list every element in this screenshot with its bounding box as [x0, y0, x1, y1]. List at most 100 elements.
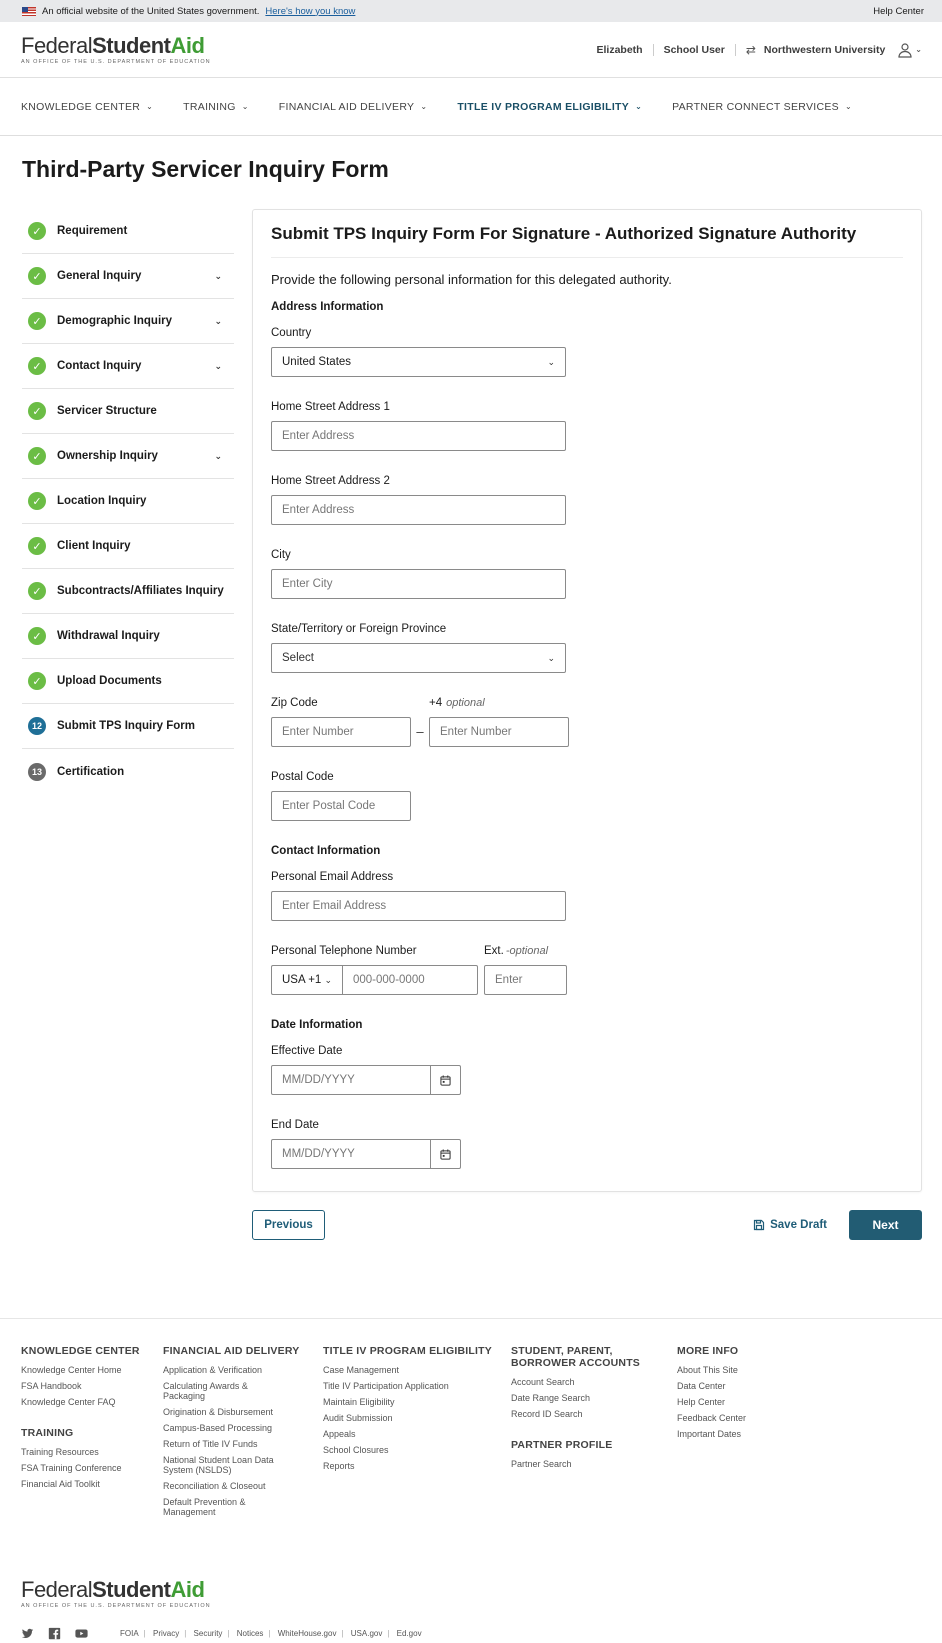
city-placeholder: Enter City	[282, 578, 333, 590]
effective-date-picker-button[interactable]	[431, 1065, 461, 1095]
effective-date-placeholder: MM/DD/YYYY	[282, 1074, 355, 1086]
ext-placeholder: Enter	[495, 974, 523, 986]
step-certification[interactable]: 13 Certification	[22, 749, 234, 794]
city-input[interactable]: Enter City	[271, 569, 566, 599]
footer-link-security[interactable]: Security	[194, 1629, 223, 1638]
footer-link[interactable]: Date Range Search	[511, 1393, 677, 1403]
footer-link[interactable]: Knowledge Center Home	[21, 1365, 163, 1375]
footer-link-usa-gov[interactable]: USA.gov	[351, 1629, 383, 1638]
footer-link-ed-gov[interactable]: Ed.gov	[397, 1629, 422, 1638]
step-ownership-inquiry[interactable]: ✓ Ownership Inquiry ⌄	[22, 434, 234, 479]
twitter-icon[interactable]	[21, 1627, 34, 1640]
previous-button[interactable]: Previous	[252, 1210, 325, 1240]
footer-link[interactable]: Title IV Participation Application	[323, 1381, 511, 1391]
check-icon: ✓	[28, 537, 46, 555]
save-draft-button[interactable]: Save Draft	[753, 1219, 827, 1231]
chevron-down-icon[interactable]: ⌄	[214, 316, 222, 327]
step-demographic-inquiry[interactable]: ✓ Demographic Inquiry ⌄	[22, 299, 234, 344]
footer-legal-links: FOIA | Privacy | Security | Notices | WhiteH…	[120, 1629, 422, 1638]
footer-link[interactable]: Reconciliation & Closeout	[163, 1481, 323, 1491]
footer-link[interactable]: Feedback Center	[677, 1413, 797, 1423]
footer-link[interactable]: National Student Loan Data System (NSLDS…	[163, 1455, 283, 1475]
footer-link[interactable]: Help Center	[677, 1397, 797, 1407]
facebook-icon[interactable]	[48, 1627, 61, 1640]
step-general-inquiry[interactable]: ✓ General Inquiry ⌄	[22, 254, 234, 299]
nav-training[interactable]: TRAINING ⌄	[183, 101, 249, 113]
footer-link[interactable]: Training Resources	[21, 1447, 163, 1457]
footer-link[interactable]: Appeals	[323, 1429, 511, 1439]
country-select[interactable]: United States ⌄	[271, 347, 566, 377]
fsa-logo[interactable]: FederalStudentAid An OFFICE of the U.S. …	[21, 34, 211, 65]
help-center-link[interactable]: Help Center	[873, 6, 924, 17]
footer-link[interactable]: Default Prevention & Management	[163, 1497, 263, 1517]
footer-link[interactable]: Application & Verification	[163, 1365, 323, 1375]
zip-input[interactable]: Enter Number	[271, 717, 411, 747]
end-date-picker-button[interactable]	[431, 1139, 461, 1169]
next-button[interactable]: Next	[849, 1210, 922, 1240]
school-switcher[interactable]: Northwestern University	[764, 44, 885, 56]
step-upload-documents[interactable]: ✓ Upload Documents	[22, 659, 234, 704]
nav-knowledge-center[interactable]: KNOWLEDGE CENTER ⌄	[21, 101, 153, 113]
footer-link[interactable]: Partner Search	[511, 1459, 677, 1469]
effective-date-input[interactable]: MM/DD/YYYY	[271, 1065, 431, 1095]
chevron-down-icon[interactable]: ⌄	[214, 271, 222, 282]
chevron-down-icon[interactable]: ⌄	[214, 451, 222, 462]
street2-placeholder: Enter Address	[282, 504, 355, 516]
step-servicer-structure[interactable]: ✓ Servicer Structure	[22, 389, 234, 434]
youtube-icon[interactable]	[75, 1627, 88, 1640]
footer-link[interactable]: Financial Aid Toolkit	[21, 1479, 163, 1489]
step-client-inquiry[interactable]: ✓ Client Inquiry	[22, 524, 234, 569]
switch-icon[interactable]: ⇄	[746, 43, 756, 57]
step-number-badge: 13	[28, 762, 46, 781]
footer-link-privacy[interactable]: Privacy	[153, 1629, 179, 1638]
footer-link[interactable]: Return of Title IV Funds	[163, 1439, 323, 1449]
footer-link[interactable]: Origination & Disbursement	[163, 1407, 323, 1417]
street1-input[interactable]: Enter Address	[271, 421, 566, 451]
footer-fsa-logo[interactable]: FederalStudentAid An OFFICE of the U.S. …	[21, 1579, 921, 1610]
footer-link[interactable]: FSA Handbook	[21, 1381, 163, 1391]
check-icon: ✓	[28, 402, 46, 420]
step-contact-inquiry[interactable]: ✓ Contact Inquiry ⌄	[22, 344, 234, 389]
footer-link[interactable]: Maintain Eligibility	[323, 1397, 511, 1407]
street2-input[interactable]: Enter Address	[271, 495, 566, 525]
footer-link[interactable]: Campus-Based Processing	[163, 1423, 323, 1433]
footer-link-whitehouse[interactable]: WhiteHouse.gov	[278, 1629, 337, 1638]
footer-link[interactable]: Reports	[323, 1461, 511, 1471]
ext-input[interactable]: Enter	[484, 965, 567, 995]
step-submit-tps-inquiry-form[interactable]: 12 Submit TPS Inquiry Form	[22, 704, 234, 749]
email-input[interactable]: Enter Email Address	[271, 891, 566, 921]
footer-link-foia[interactable]: FOIA	[120, 1629, 139, 1638]
nav-partner-connect-services[interactable]: PARTNER CONNECT SERVICES ⌄	[672, 101, 852, 113]
nav-financial-aid-delivery[interactable]: FINANCIAL AID DELIVERY ⌄	[279, 101, 428, 113]
footer-link[interactable]: FSA Training Conference	[21, 1463, 163, 1473]
zip4-input[interactable]: Enter Number	[429, 717, 569, 747]
nav-title-iv-program-eligibility[interactable]: TITLE IV PROGRAM ELIGIBILITY ⌄	[457, 101, 642, 113]
footer-link-notices[interactable]: Notices	[237, 1629, 264, 1638]
phone-country-select[interactable]: USA +1 ⌄	[271, 965, 342, 995]
chevron-down-icon[interactable]: ⌄	[214, 361, 222, 372]
postal-input[interactable]: Enter Postal Code	[271, 791, 411, 821]
phone-input[interactable]: 000-000-0000	[342, 965, 478, 995]
end-date-input[interactable]: MM/DD/YYYY	[271, 1139, 431, 1169]
step-requirement[interactable]: ✓ Requirement	[22, 209, 234, 254]
user-menu-button[interactable]: ⌄	[897, 42, 922, 58]
ext-label: Ext. -optional	[484, 945, 567, 957]
footer-link[interactable]: Calculating Awards & Packaging	[163, 1381, 263, 1401]
footer-link[interactable]: Audit Submission	[323, 1413, 511, 1423]
step-location-inquiry[interactable]: ✓ Location Inquiry	[22, 479, 234, 524]
chevron-down-icon: ⌄	[547, 652, 555, 663]
footer-link[interactable]: Account Search	[511, 1377, 677, 1387]
footer-link[interactable]: Knowledge Center FAQ	[21, 1397, 163, 1407]
footer-link[interactable]: Important Dates	[677, 1429, 797, 1439]
footer-link[interactable]: Record ID Search	[511, 1409, 677, 1419]
footer-col-accounts: STUDENT, PARENT, BORROWER ACCOUNTS Accou…	[511, 1345, 677, 1523]
step-subcontracts-affiliates-inquiry[interactable]: ✓ Subcontracts/Affiliates Inquiry	[22, 569, 234, 614]
step-withdrawal-inquiry[interactable]: ✓ Withdrawal Inquiry	[22, 614, 234, 659]
footer-link[interactable]: About This Site	[677, 1365, 797, 1375]
footer-link[interactable]: School Closures	[323, 1445, 511, 1455]
footer-link[interactable]: Case Management	[323, 1365, 511, 1375]
footer-link[interactable]: Data Center	[677, 1381, 797, 1391]
heres-how-you-know-link[interactable]: Here's how you know	[265, 6, 355, 17]
state-select[interactable]: Select ⌄	[271, 643, 566, 673]
phone-label: Personal Telephone Number	[271, 945, 417, 957]
